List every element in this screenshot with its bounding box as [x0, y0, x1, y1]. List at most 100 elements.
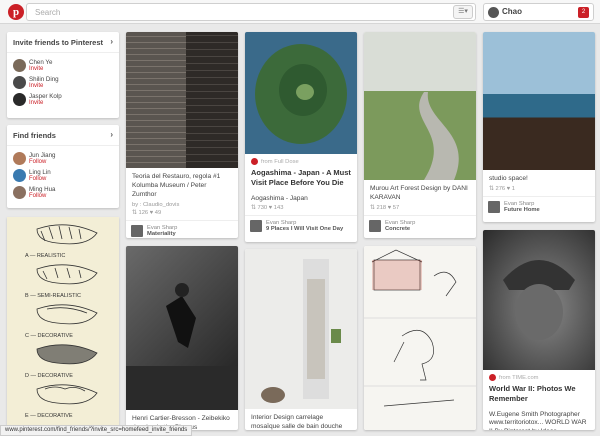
- pin-title[interactable]: World War II: Photos We Remember: [483, 381, 595, 406]
- pin-card[interactable]: [364, 246, 476, 430]
- board-name: 9 Places I Will Visit One Day: [266, 226, 344, 233]
- pin-image[interactable]: [364, 32, 476, 180]
- follow-link[interactable]: Follow: [29, 159, 119, 165]
- owner-avatar: [250, 220, 262, 233]
- avatar: [13, 169, 26, 182]
- avatar: [13, 76, 26, 89]
- pin-stats: ⇅ 218 ♥ 57: [370, 204, 400, 211]
- user-menu[interactable]: Chao 2: [483, 3, 594, 21]
- avatar: [13, 152, 26, 165]
- pin-image[interactable]: [483, 230, 595, 370]
- pin-image[interactable]: [245, 249, 357, 409]
- person-name: Jasper Kolp: [29, 93, 62, 100]
- owner-avatar: [131, 224, 143, 237]
- user-name: Chao: [502, 7, 522, 16]
- pin-image[interactable]: [126, 246, 238, 410]
- invite-person: Jasper Kolp Invite: [7, 91, 119, 108]
- drawing-label: D — DECORATIVE: [25, 373, 73, 379]
- avatar: [13, 93, 26, 106]
- pin-stats: ⇅ 276 ♥ 1: [489, 185, 516, 192]
- avatar: [13, 186, 26, 199]
- pin-description: Interior Design carrelage mosaïque salle…: [251, 414, 343, 430]
- owner-name: Evan Sharp: [504, 200, 535, 207]
- chevron-right-icon[interactable]: ›: [110, 37, 113, 46]
- pin-stats: ⇅ 126 ♥ 49: [132, 209, 162, 216]
- person-name: Ling Lin: [29, 169, 51, 176]
- source-icon: [489, 374, 496, 381]
- pin-source[interactable]: from Full Dose: [245, 154, 357, 165]
- drawing-label: C — DECORATIVE: [25, 333, 73, 339]
- pin-card[interactable]: Murou Art Forest Design by DANI KARAVAN …: [364, 32, 476, 238]
- pin-card[interactable]: Teoria del Restauro, regola #1 Kolumba M…: [126, 32, 238, 238]
- pin-description: W.Eugene Smith Photographer www.territor…: [489, 410, 587, 431]
- suggested-person: Jun Jiang Follow: [7, 150, 119, 167]
- pin-card[interactable]: Interior Design carrelage mosaïque salle…: [245, 249, 357, 430]
- source-name: from Full Dose: [261, 159, 299, 165]
- drawing-label: B — SEMI-REALISTIC: [25, 293, 81, 299]
- menu-icon[interactable]: ☰▾: [453, 5, 473, 19]
- island-illustration: [255, 44, 347, 144]
- follow-link[interactable]: Follow: [29, 193, 119, 199]
- path-illustration: [419, 92, 459, 180]
- user-avatar: [488, 7, 499, 18]
- pin-description: studio space!: [489, 175, 528, 182]
- invite-link[interactable]: Invite: [29, 100, 119, 106]
- pin-card[interactable]: from TIME.com World War II: Photos We Re…: [483, 230, 595, 430]
- pin-owner[interactable]: Evan Sharp Future Home: [483, 195, 595, 216]
- browser-status-bar: www.pinterest.com/find_friends/?invite_s…: [0, 425, 193, 436]
- pin-card[interactable]: studio space! ⇅ 276 ♥ 1 Evan Sharp Future…: [483, 32, 595, 222]
- pin-description: Teoria del Restauro, regola #1 Kolumba M…: [132, 173, 221, 198]
- pin-owner[interactable]: Evan Sharp Materiality: [126, 219, 238, 238]
- owner-name: Evan Sharp: [385, 219, 416, 226]
- pin-image[interactable]: [126, 32, 238, 168]
- invite-friends-title: Invite friends to Pinterest: [13, 38, 104, 47]
- follow-link[interactable]: Follow: [29, 176, 119, 182]
- soldier-illustration: [503, 260, 575, 340]
- bathroom-illustration: [261, 259, 341, 403]
- person-name: Ming Hua: [29, 186, 56, 193]
- pin-description: Murou Art Forest Design by DANI KARAVAN: [370, 185, 468, 201]
- invite-friends-header[interactable]: Invite friends to Pinterest ›: [7, 32, 119, 53]
- pin-image[interactable]: [364, 246, 476, 430]
- pin-title[interactable]: Aogashima - Japan - A Must Visit Place B…: [245, 165, 357, 190]
- board-name: Future Home: [504, 206, 540, 213]
- pin-image[interactable]: [483, 32, 595, 170]
- search-placeholder: Search: [35, 8, 61, 17]
- person-name: Shilin Ding: [29, 76, 59, 83]
- suggested-person: Ling Lin Follow: [7, 167, 119, 184]
- invite-person: Shilin Ding Invite: [7, 74, 119, 91]
- pin-image[interactable]: [245, 32, 357, 154]
- notification-badge[interactable]: 2: [578, 7, 589, 18]
- invite-friends-card: Invite friends to Pinterest › Chen Ye Invi…: [7, 32, 119, 118]
- pin-stats: ⇅ 730 ♥ 143: [251, 205, 284, 212]
- sketch-illustration: [364, 249, 476, 407]
- find-friends-header[interactable]: Find friends ›: [7, 125, 119, 146]
- invite-link[interactable]: Invite: [29, 66, 119, 72]
- owner-name: Evan Sharp: [266, 220, 297, 227]
- dancer-illustration: [126, 283, 238, 410]
- search-input[interactable]: Search: [26, 3, 476, 21]
- source-icon: [251, 158, 258, 165]
- invite-link[interactable]: Invite: [29, 83, 119, 89]
- owner-avatar: [488, 200, 500, 213]
- pinterest-logo[interactable]: p: [8, 4, 24, 20]
- pin-card[interactable]: from Full Dose Aogashima - Japan - A Mus…: [245, 32, 357, 242]
- suggested-person: Ming Hua Follow: [7, 184, 119, 201]
- wall-shadow: [186, 32, 238, 168]
- drawing-pin[interactable]: A — REALISTIC B — SEMI-REALISTIC C — DEC…: [7, 217, 119, 429]
- top-bar: p Search ☰▾ Chao 2: [0, 0, 600, 24]
- pin-attribution[interactable]: by : Claudio_dovis: [126, 200, 238, 208]
- pin-card[interactable]: Henri Cartier-Bresson - Zeibekiko dancin…: [126, 246, 238, 430]
- pin-source[interactable]: from TIME.com: [483, 370, 595, 381]
- source-name: from TIME.com: [499, 375, 539, 381]
- pin-owner[interactable]: Evan Sharp 9 Places I Will Visit One Day: [245, 215, 357, 235]
- pin-owner[interactable]: Evan Sharp Concrete: [364, 214, 476, 235]
- drawing-label: A — REALISTIC: [25, 253, 65, 259]
- find-friends-title: Find friends: [13, 131, 56, 140]
- drawing-label: E — DECORATIVE: [25, 413, 73, 419]
- chevron-right-icon[interactable]: ›: [110, 130, 113, 139]
- avatar: [13, 59, 26, 72]
- person-name: Chen Ye: [29, 59, 53, 66]
- invite-person: Chen Ye Invite: [7, 57, 119, 74]
- board-name: Concrete: [385, 225, 411, 232]
